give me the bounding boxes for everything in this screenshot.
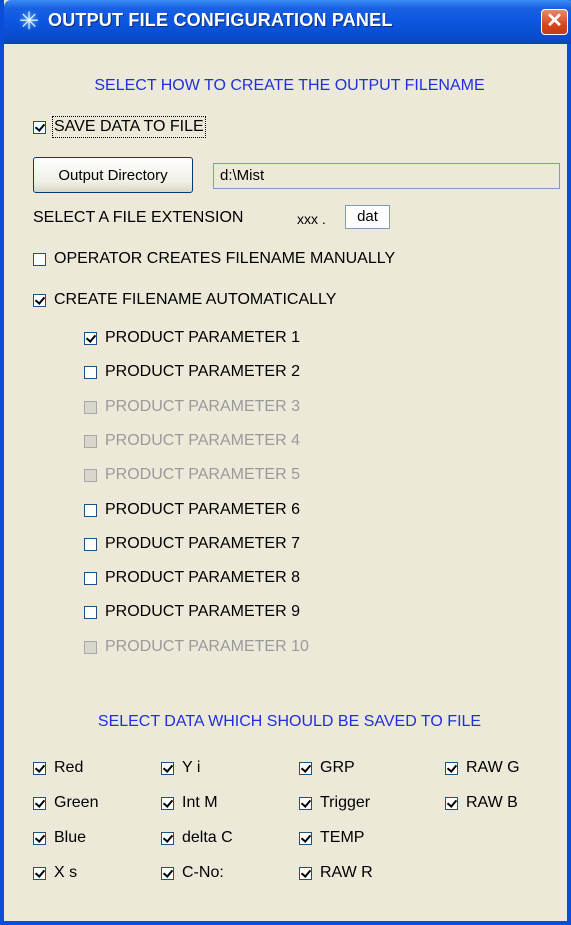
- data-field-checkbox[interactable]: [161, 796, 174, 810]
- data-field-checkbox[interactable]: [299, 761, 312, 775]
- product-parameter-row: PRODUCT PARAMETER 10: [84, 636, 309, 658]
- product-parameter-checkbox[interactable]: [84, 365, 97, 379]
- auto-filename-checkbox-row[interactable]: CREATE FILENAME AUTOMATICALLY: [33, 289, 336, 311]
- data-field-label: Int M: [182, 794, 218, 811]
- output-directory-button-label: Output Directory: [58, 166, 168, 184]
- product-parameter-checkbox[interactable]: [84, 571, 97, 585]
- data-field-checkbox[interactable]: [161, 761, 174, 775]
- save-data-label: SAVE DATA TO FILE: [52, 116, 206, 138]
- data-field-row[interactable]: RAW B: [445, 792, 518, 814]
- output-directory-field: d:\Mist: [213, 163, 560, 189]
- data-field-label: TEMP: [320, 829, 365, 846]
- data-field-checkbox[interactable]: [33, 761, 46, 775]
- product-parameter-row: PRODUCT PARAMETER 4: [84, 430, 300, 452]
- product-parameter-row[interactable]: PRODUCT PARAMETER 9: [84, 601, 300, 623]
- data-field-label: RAW G: [466, 759, 520, 776]
- product-parameter-checkbox[interactable]: [84, 605, 97, 619]
- star-burst-icon: ✳: [18, 8, 40, 35]
- data-field-checkbox[interactable]: [161, 866, 174, 880]
- filename-section-heading: SELECT HOW TO CREATE THE OUTPUT FILENAME: [94, 77, 485, 94]
- product-parameter-checkbox: [84, 434, 97, 448]
- product-parameter-checkbox[interactable]: [84, 503, 97, 517]
- product-parameter-label: PRODUCT PARAMETER 9: [105, 603, 300, 620]
- close-button[interactable]: ✕: [541, 9, 568, 35]
- data-field-row[interactable]: X s: [33, 862, 77, 884]
- title-bar[interactable]: ✳ OUTPUT FILE CONFIGURATION PANEL ✕: [4, 0, 571, 44]
- data-field-checkbox[interactable]: [445, 761, 458, 775]
- data-field-row[interactable]: RAW G: [445, 757, 520, 779]
- data-field-row[interactable]: RAW R: [299, 862, 373, 884]
- data-field-row[interactable]: Trigger: [299, 792, 370, 814]
- product-parameter-label: PRODUCT PARAMETER 5: [105, 466, 300, 483]
- data-field-checkbox[interactable]: [299, 866, 312, 880]
- data-field-checkbox[interactable]: [299, 831, 312, 845]
- auto-filename-checkbox[interactable]: [33, 293, 46, 307]
- extension-label: SELECT A FILE EXTENSION: [33, 209, 244, 226]
- output-directory-button[interactable]: Output Directory: [33, 157, 193, 193]
- data-field-checkbox[interactable]: [445, 796, 458, 810]
- product-parameter-label: PRODUCT PARAMETER 7: [105, 535, 300, 552]
- product-parameter-label: PRODUCT PARAMETER 2: [105, 363, 300, 380]
- product-parameter-row: PRODUCT PARAMETER 5: [84, 464, 300, 486]
- manual-filename-checkbox-row[interactable]: OPERATOR CREATES FILENAME MANUALLY: [33, 248, 395, 270]
- data-field-row[interactable]: Blue: [33, 827, 86, 849]
- extension-input[interactable]: dat: [345, 205, 390, 229]
- data-field-label: C-No:: [182, 864, 224, 881]
- data-field-label: GRP: [320, 759, 355, 776]
- product-parameter-label: PRODUCT PARAMETER 6: [105, 501, 300, 518]
- manual-filename-label: OPERATOR CREATES FILENAME MANUALLY: [54, 250, 396, 267]
- data-field-label: Red: [54, 759, 84, 776]
- data-field-row[interactable]: Y i: [161, 757, 200, 779]
- data-field-checkbox[interactable]: [161, 831, 174, 845]
- product-parameter-row[interactable]: PRODUCT PARAMETER 7: [84, 533, 300, 555]
- data-field-row[interactable]: delta C: [161, 827, 233, 849]
- data-field-checkbox[interactable]: [299, 796, 312, 810]
- output-file-config-window: ✳ OUTPUT FILE CONFIGURATION PANEL ✕ SELE…: [0, 0, 571, 925]
- data-field-label: RAW B: [466, 794, 518, 811]
- data-field-row[interactable]: C-No:: [161, 862, 224, 884]
- data-field-checkbox[interactable]: [33, 831, 46, 845]
- product-parameter-label: PRODUCT PARAMETER 1: [105, 329, 300, 346]
- data-field-checkbox[interactable]: [33, 796, 46, 810]
- output-directory-value: d:\Mist: [220, 167, 265, 184]
- product-parameter-checkbox: [84, 640, 97, 654]
- data-field-row[interactable]: Red: [33, 757, 83, 779]
- extension-prefix: xxx .: [297, 211, 326, 227]
- product-parameter-label: PRODUCT PARAMETER 3: [105, 398, 300, 415]
- data-field-label: Blue: [54, 829, 87, 846]
- data-field-label: RAW R: [320, 864, 373, 881]
- product-parameter-label: PRODUCT PARAMETER 10: [105, 638, 309, 655]
- data-field-row[interactable]: Green: [33, 792, 98, 814]
- close-icon: ✕: [546, 10, 563, 32]
- data-field-checkbox[interactable]: [33, 866, 46, 880]
- data-section-heading: SELECT DATA WHICH SHOULD BE SAVED TO FIL…: [97, 713, 482, 730]
- product-parameter-label: PRODUCT PARAMETER 8: [105, 569, 300, 586]
- save-data-checkbox-row[interactable]: SAVE DATA TO FILE: [33, 116, 206, 138]
- auto-filename-label: CREATE FILENAME AUTOMATICALLY: [54, 291, 337, 308]
- data-field-label: Green: [54, 794, 99, 811]
- product-parameter-row[interactable]: PRODUCT PARAMETER 6: [84, 499, 300, 521]
- product-parameter-checkbox: [84, 400, 97, 414]
- data-field-row[interactable]: GRP: [299, 757, 355, 779]
- data-field-row[interactable]: TEMP: [299, 827, 364, 849]
- product-parameter-checkbox[interactable]: [84, 331, 97, 345]
- data-field-label: Trigger: [320, 794, 371, 811]
- product-parameter-row: PRODUCT PARAMETER 3: [84, 396, 300, 418]
- data-field-label: delta C: [182, 829, 233, 846]
- product-parameter-row[interactable]: PRODUCT PARAMETER 2: [84, 361, 300, 383]
- product-parameter-row[interactable]: PRODUCT PARAMETER 1: [84, 327, 300, 349]
- window-title: OUTPUT FILE CONFIGURATION PANEL: [48, 10, 393, 30]
- data-field-label: X s: [54, 864, 78, 881]
- save-data-checkbox[interactable]: [33, 120, 46, 134]
- data-field-label: Y i: [182, 759, 201, 776]
- product-parameter-checkbox: [84, 468, 97, 482]
- product-parameter-checkbox[interactable]: [84, 537, 97, 551]
- manual-filename-checkbox[interactable]: [33, 252, 46, 266]
- data-field-row[interactable]: Int M: [161, 792, 218, 814]
- product-parameter-label: PRODUCT PARAMETER 4: [105, 432, 300, 449]
- product-parameter-row[interactable]: PRODUCT PARAMETER 8: [84, 567, 300, 589]
